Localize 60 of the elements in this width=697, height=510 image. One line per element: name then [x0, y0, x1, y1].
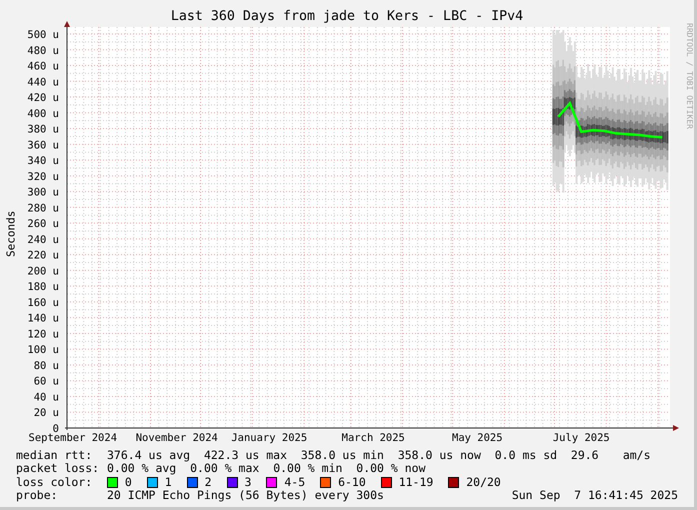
y-tick-label: 120 u [27, 328, 59, 340]
y-axis-label: Seconds [4, 210, 18, 260]
x-tick-label: July 2025 [552, 432, 610, 444]
y-tick-label: 160 u [27, 296, 59, 309]
y-tick-label: 320 u [27, 170, 59, 183]
stat-value: 0.00 % now [356, 462, 426, 476]
stat-value: 29.6 [570, 449, 599, 462]
legend-label: packet loss: [16, 462, 100, 476]
y-tick-label: 20 u [34, 407, 59, 420]
legend-label: median rtt: [16, 449, 94, 462]
stat-value: 0.00 % avg [107, 462, 176, 476]
timestamp: Sun Sep 7 16:41:45 2025 [512, 488, 678, 502]
loss-range-label: 2 [204, 476, 212, 489]
y-tick-label: 280 u [27, 202, 59, 214]
y-tick-label: 480 u [27, 44, 59, 57]
stat-value: 0.00 % min [273, 462, 342, 476]
graph-title: Last 360 Days from jade to Kers - LBC - IPv4 [170, 8, 524, 21]
probe-description: 20 ICMP Echo Pings (56 Bytes) every 300s [107, 488, 384, 502]
x-tick-label: May 2025 [452, 432, 503, 444]
y-tick-label: 440 u [27, 76, 59, 88]
stat-value: am/s [622, 449, 651, 462]
y-tick-label: 500 u [27, 29, 59, 41]
stat-value: 358.0 us now [398, 449, 481, 462]
y-tick-label: 420 u [27, 92, 59, 104]
y-tick-label: 360 u [27, 139, 59, 152]
y-tick-label: 100 u [27, 344, 59, 356]
loss-range-label: 1 [164, 476, 172, 489]
y-tick-label: 380 u [27, 124, 59, 136]
y-tick-label: 40 u [34, 391, 59, 404]
stat-value: 0.0 ms sd [494, 449, 558, 462]
x-tick-label: January 2025 [231, 432, 308, 444]
y-tick-label: 200 u [27, 265, 59, 278]
legend-label: loss color: [16, 476, 94, 489]
y-tick-label: 260 u [27, 218, 59, 230]
y-tick-label: 460 u [27, 60, 59, 73]
x-tick-label: November 2024 [136, 432, 218, 444]
y-tick-label: 220 u [27, 250, 59, 262]
loss-range-label: 0 [124, 476, 132, 489]
loss-range-label: 3 [244, 476, 252, 489]
y-tick-label: 0 [52, 423, 59, 435]
stat-value: 376.4 us avg [107, 449, 190, 462]
y-tick-label: 180 u [27, 281, 59, 294]
stat-value: 0.00 % max [190, 462, 260, 476]
x-tick-label: March 2025 [342, 432, 405, 444]
legend-label: probe: [16, 488, 59, 502]
stat-value: 358.0 us min [300, 449, 384, 462]
loss-range-label: 4-5 [284, 476, 306, 489]
loss-range-label: 6-10 [338, 476, 366, 489]
y-tick-label: 60 u [34, 376, 59, 388]
stat-value: 422.3 us max [204, 449, 288, 462]
x-tick-label: September 2024 [28, 432, 118, 444]
y-tick-label: 140 u [27, 312, 59, 325]
loss-range-label: 11-19 [398, 476, 434, 489]
watermark-label: RRDTOOL / TOBI OETIKER [684, 22, 694, 131]
loss-range-label: 20/20 [466, 476, 501, 489]
y-tick-label: 400 u [27, 108, 59, 120]
y-tick-label: 340 u [27, 155, 59, 168]
y-tick-label: 80 u [34, 360, 59, 372]
y-tick-label: 240 u [27, 234, 59, 246]
y-tick-label: 300 u [27, 186, 59, 199]
